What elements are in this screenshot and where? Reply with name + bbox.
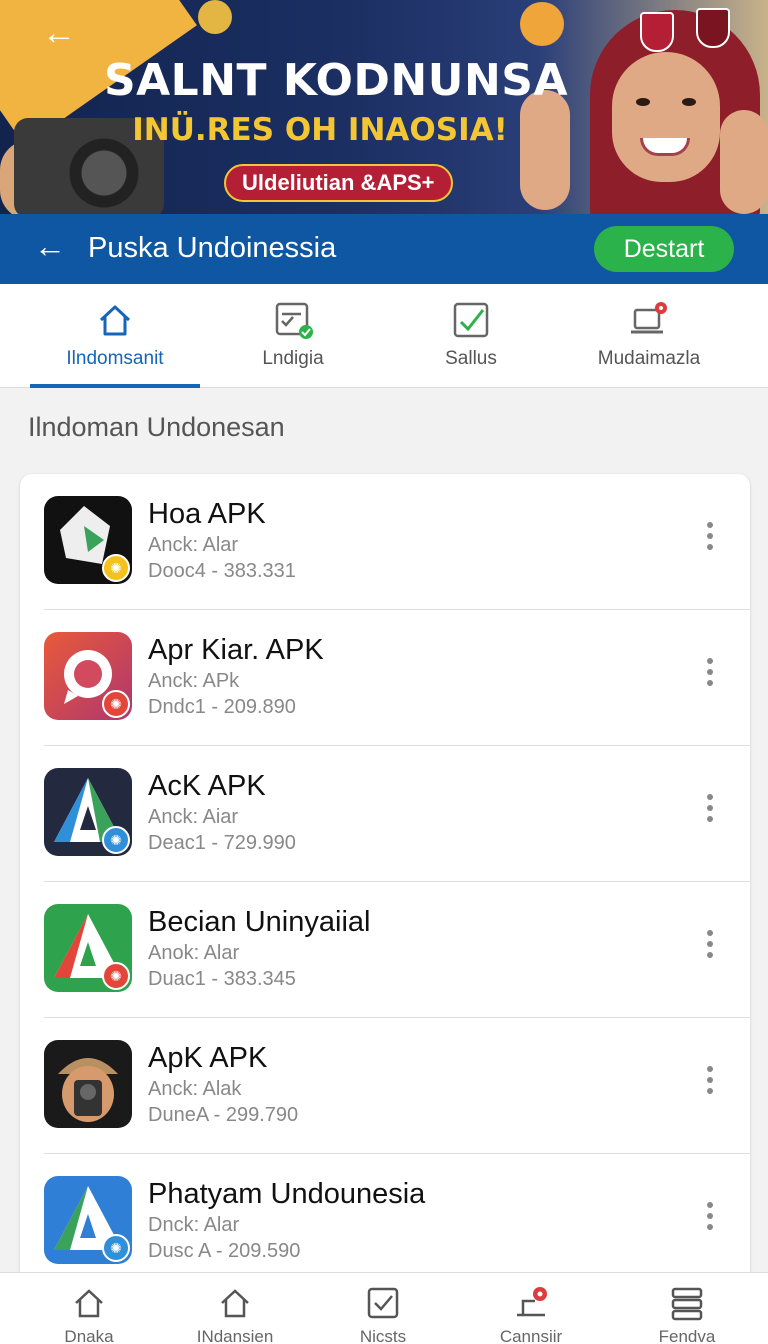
banner-pill[interactable]: Uldeliutian &APS+: [224, 164, 453, 202]
banner-subtitle: INÜ.RES OH INAOSIA!: [132, 112, 508, 148]
badge-icon: ✺: [102, 554, 130, 582]
tab-label: Sallus: [445, 348, 497, 369]
app-subtitle: Dnck: Alar: [148, 1214, 240, 1236]
nav-cannsiir[interactable]: Cannsiir: [456, 1273, 606, 1344]
nav-dnaka[interactable]: Dnaka: [14, 1273, 164, 1344]
app-header: ← Puska Undoinessia Destart: [0, 214, 768, 284]
person-eye: [682, 98, 696, 106]
tab-label: Mudaimazla: [597, 348, 701, 369]
nav-nicsts[interactable]: Nicsts: [308, 1273, 458, 1344]
app-meta: DuneA - 299.790: [148, 1104, 299, 1126]
checklist-icon: [275, 302, 313, 339]
person-hand: [720, 110, 768, 214]
person-hand: [520, 90, 570, 210]
tab-label: Ilndomsanit: [66, 348, 164, 369]
app-subtitle: Anck: Alak: [148, 1078, 242, 1100]
app-name: Phatyam Undounesia: [148, 1178, 426, 1210]
nav-label: INdansien: [196, 1327, 274, 1344]
badge-icon: ✺: [102, 1234, 130, 1262]
more-options-icon[interactable]: [700, 790, 720, 830]
back-arrow-icon[interactable]: ←: [34, 228, 66, 265]
section-title: Ilndoman Undonesan: [28, 412, 285, 442]
app-subtitle: Anck: Aiar: [148, 806, 239, 828]
badge-icon: ✺: [102, 690, 130, 718]
more-options-icon[interactable]: [700, 926, 720, 966]
app-subtitle: Anck: Alar: [148, 534, 239, 556]
triangle-app-icon: ✺: [44, 768, 132, 856]
app-meta: Dndc1 - 209.890: [148, 696, 296, 718]
checkbox-icon: [367, 1287, 399, 1319]
blue-triangle-app-icon: ✺: [44, 1176, 132, 1264]
badge-icon: ✺: [102, 826, 130, 854]
nav-label: Dnaka: [64, 1327, 114, 1344]
tab-label: Lndigia: [262, 348, 324, 369]
tab-mudaimazla[interactable]: Mudaimazla: [564, 284, 734, 388]
list-item[interactable]: ✺ Apr Kiar. APK Anck: APk Dndc1 - 209.89…: [20, 610, 750, 746]
back-arrow-icon[interactable]: ←: [42, 14, 76, 53]
active-tab-indicator: [30, 384, 200, 388]
app-name: AcK APK: [148, 770, 266, 802]
nav-label: Cannsiir: [499, 1327, 563, 1344]
app-name: Apr Kiar. APK: [148, 634, 324, 666]
page-title: Puska Undoinessia: [88, 232, 337, 264]
app-name: Hoa APK: [148, 498, 266, 530]
chat-bubble-app-icon: ✺: [44, 632, 132, 720]
badge-icon: ✺: [102, 962, 130, 990]
nav-indansien[interactable]: INdansien: [160, 1273, 310, 1344]
app-subtitle: Anok: Alar: [148, 942, 240, 964]
photographer-app-icon: [44, 1040, 132, 1128]
app-name: ApK APK: [148, 1042, 268, 1074]
more-options-icon[interactable]: [700, 1198, 720, 1238]
more-options-icon[interactable]: [700, 518, 720, 558]
nav-label: Fendva: [658, 1327, 716, 1344]
nav-fendva[interactable]: Fendva: [612, 1273, 762, 1344]
app-name: Becian Uninyaiial: [148, 906, 371, 938]
app-meta: Deac1 - 729.990: [148, 832, 296, 854]
green-triangle-app-icon: ✺: [44, 904, 132, 992]
diamond-app-icon: ✺: [44, 496, 132, 584]
map-pin-icon: [517, 1287, 547, 1317]
app-meta: Dusc A - 209.590: [148, 1240, 301, 1262]
medal-decoration: [198, 0, 232, 34]
list-item[interactable]: ✺ AcK APK Anck: Aiar Deac1 - 729.990: [20, 746, 750, 882]
app-meta: Dooc4 - 383.331: [148, 560, 296, 582]
shield-badge-icon: [640, 12, 674, 52]
tab-bar: Ilndomsanit Lndigia Sallus Mudaimazla: [0, 284, 768, 388]
bottom-navigation: Dnaka INdansien Nicsts Cannsiir Fendva: [0, 1272, 768, 1344]
app-list: ✺ Hoa APK Anck: Alar Dooc4 - 383.331 ✺ A…: [20, 474, 750, 1294]
laptop-pin-icon: [631, 302, 667, 334]
edit-check-icon: [453, 302, 489, 338]
app-subtitle: Anck: APk: [148, 670, 240, 692]
list-item[interactable]: ApK APK Anck: Alak DuneA - 299.790: [20, 1018, 750, 1154]
emblem-badge-icon: [696, 8, 730, 48]
home-icon: [99, 305, 131, 336]
stack-icon: [671, 1287, 703, 1321]
promo-banner[interactable]: ← SALNT KODNUNSA INÜ.RES OH INAOSIA! Uld…: [0, 0, 768, 214]
tab-home[interactable]: Ilndomsanit: [30, 284, 200, 388]
banner-title: SALNT KODNUNSA: [103, 55, 569, 106]
mascot-decoration: [520, 2, 564, 46]
tab-sallus[interactable]: Sallus: [386, 284, 556, 388]
tab-lndigia[interactable]: Lndigia: [208, 284, 378, 388]
list-item[interactable]: ✺ Becian Uninyaiial Anok: Alar Duac1 - 3…: [20, 882, 750, 1018]
list-item[interactable]: ✺ Hoa APK Anck: Alar Dooc4 - 383.331: [20, 474, 750, 610]
app-meta: Duac1 - 383.345: [148, 968, 296, 990]
list-item[interactable]: ✺ Phatyam Undounesia Dnck: Alar Dusc A -…: [20, 1154, 750, 1290]
start-button[interactable]: Destart: [594, 226, 734, 272]
nav-label: Nicsts: [359, 1327, 407, 1344]
home-icon: [75, 1289, 103, 1318]
more-options-icon[interactable]: [700, 654, 720, 694]
home-outline-icon: [221, 1289, 249, 1318]
more-options-icon[interactable]: [700, 1062, 720, 1102]
